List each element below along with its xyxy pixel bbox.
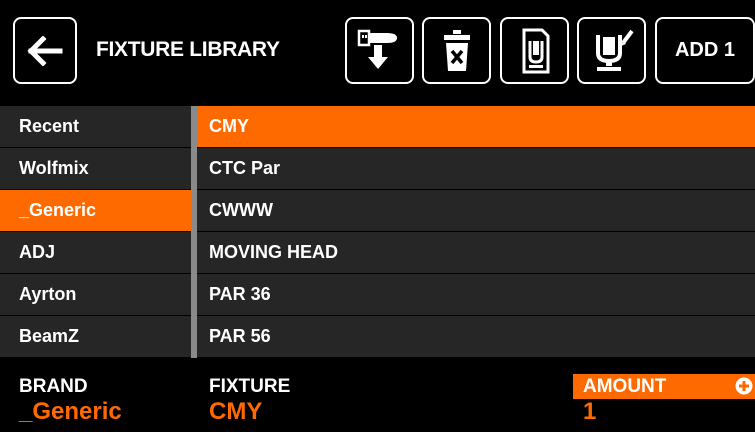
- brand-label: BRAND: [19, 376, 88, 397]
- status-footer: BRAND _Generic FIXTURE CMY AMOUNT 1: [0, 358, 755, 432]
- export-button[interactable]: [500, 17, 569, 84]
- fixture-item-moving-head[interactable]: MOVING HEAD: [197, 232, 755, 274]
- fixture-item-label: PAR 56: [209, 326, 271, 346]
- trash-icon: [443, 29, 470, 71]
- arrow-left-icon: [27, 35, 63, 66]
- brand-value: _Generic: [19, 398, 122, 425]
- add-button[interactable]: ADD 1: [655, 17, 755, 84]
- fixture-list: CMY CTC Par CWWW MOVING HEAD PAR 36 PAR …: [197, 106, 755, 358]
- back-button[interactable]: [13, 17, 77, 84]
- brand-item-beamz[interactable]: BeamZ: [0, 316, 191, 358]
- fixture-item-label: CMY: [209, 116, 249, 136]
- delete-button[interactable]: [422, 17, 491, 84]
- fixture-edit-icon: [595, 29, 634, 71]
- fixture-item-label: CTC Par: [209, 158, 281, 178]
- brand-item-label: Recent: [19, 116, 80, 136]
- amount-value: 1: [583, 398, 597, 425]
- brand-item-label: _Generic: [19, 200, 97, 220]
- fixture-item-label: PAR 36: [209, 284, 271, 304]
- brand-list: Recent Wolfmix _Generic ADJ Ayrton BeamZ: [0, 106, 191, 358]
- fixture-item-cwww[interactable]: CWWW: [197, 190, 755, 232]
- fixture-item-par-36[interactable]: PAR 36: [197, 274, 755, 316]
- brand-item-label: Ayrton: [19, 284, 77, 304]
- brand-item-ayrton[interactable]: Ayrton: [0, 274, 191, 316]
- plus-circle-icon[interactable]: [735, 377, 753, 395]
- fixture-label: FIXTURE: [209, 376, 291, 397]
- fixture-item-ctc-par[interactable]: CTC Par: [197, 148, 755, 190]
- brand-item-wolfmix[interactable]: Wolfmix: [0, 148, 191, 190]
- brand-item-label: BeamZ: [19, 326, 80, 346]
- fixture-item-label: CWWW: [209, 200, 273, 220]
- brand-item-label: Wolfmix: [19, 158, 89, 178]
- page-title: FIXTURE LIBRARY: [96, 38, 280, 61]
- amount-label: AMOUNT: [583, 376, 667, 397]
- brand-item-generic[interactable]: _Generic: [0, 190, 191, 232]
- usb-import-icon: [357, 29, 397, 69]
- fixture-item-cmy[interactable]: CMY: [197, 106, 755, 148]
- brand-item-adj[interactable]: ADJ: [0, 232, 191, 274]
- brand-item-label: ADJ: [19, 242, 56, 262]
- fixture-value: CMY: [209, 398, 263, 425]
- edit-fixture-button[interactable]: [577, 17, 646, 84]
- amount-control[interactable]: AMOUNT: [573, 374, 755, 399]
- header-bar: FIXTURE LIBRARY ADD 1: [0, 0, 755, 101]
- brand-item-recent[interactable]: Recent: [0, 106, 191, 148]
- fixture-item-par-56[interactable]: PAR 56: [197, 316, 755, 358]
- import-usb-button[interactable]: [345, 17, 414, 84]
- sd-card-icon: [522, 28, 549, 73]
- fixture-item-label: MOVING HEAD: [209, 242, 339, 262]
- add-button-label: ADD 1: [674, 39, 735, 61]
